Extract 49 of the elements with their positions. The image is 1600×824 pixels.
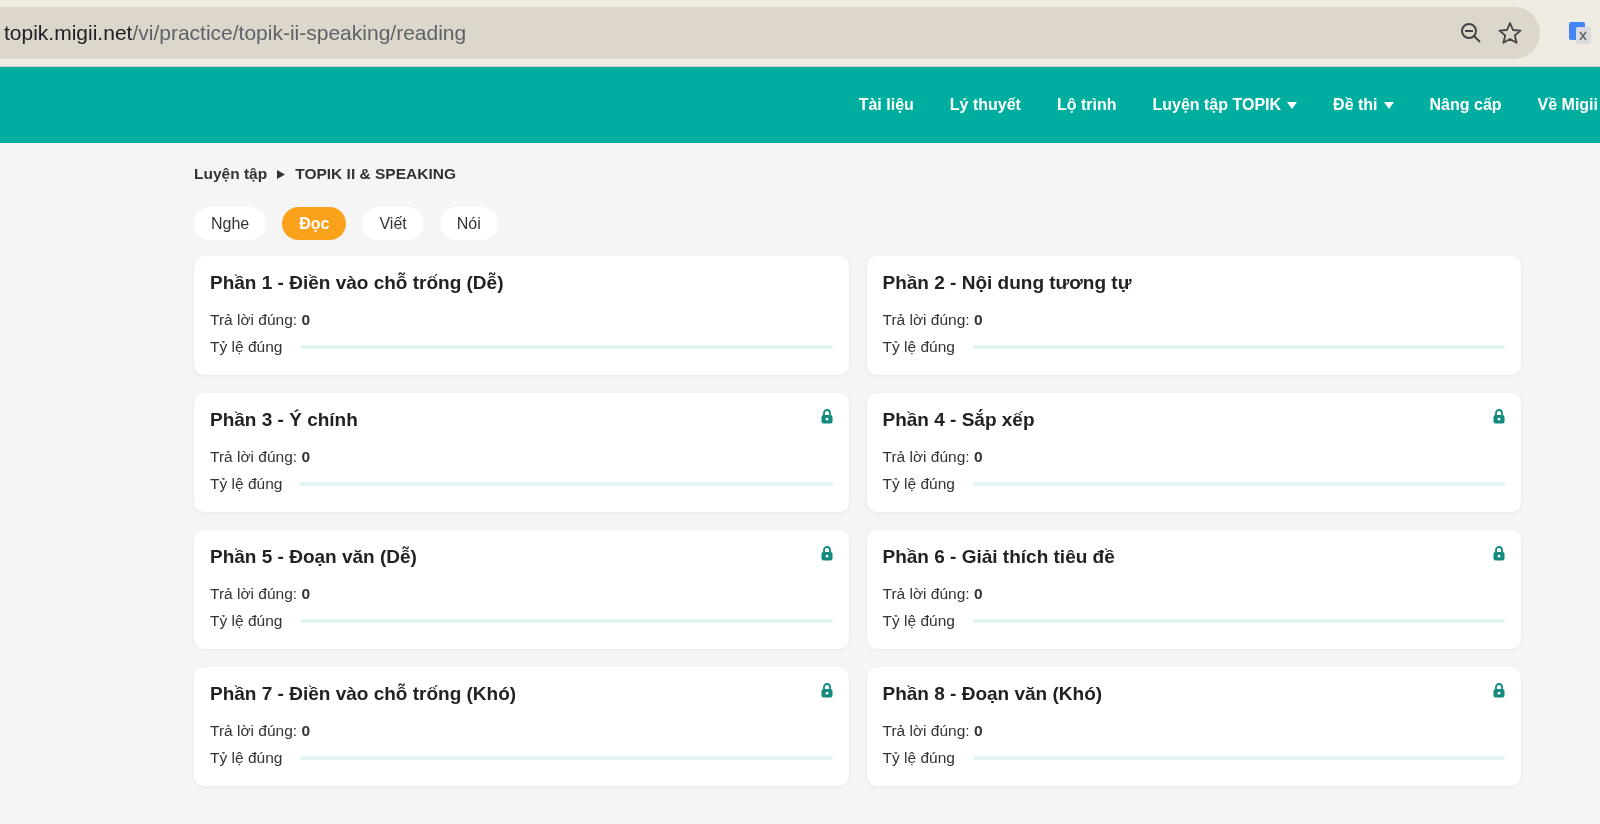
correct-answers-text: Trả lời đúng: 0 [882, 585, 984, 603]
correct-answers-text: Trả lời đúng: 0 [882, 311, 984, 329]
practice-card[interactable]: Phần 1 - Điền vào chỗ trống (Dễ) Trả lời đúng: 0 Tỷ lệ đúng [194, 256, 849, 375]
card-title: Phần 5 - Đoạn văn (Dễ) [210, 546, 417, 568]
star-icon[interactable] [1498, 21, 1522, 45]
correct-answers-text: Trả lời đúng: 0 [210, 585, 312, 603]
practice-card[interactable]: Phần 8 - Đoạn văn (Khó) Trả lời đúng: 0 Tỷ lệ đúng [866, 667, 1521, 786]
card-title: Phần 1 - Điền vào chỗ trống (Dễ) [210, 272, 504, 294]
correct-answers-text: Trả lời đúng: 0 [210, 722, 312, 740]
card-title: Phần 2 - Nội dung tương tự [882, 272, 1132, 294]
tab[interactable]: Nói [439, 207, 498, 240]
practice-card[interactable]: Phần 4 - Sắp xếp Trả lời đúng: 0 Tỷ lệ đúng [866, 393, 1521, 512]
practice-card[interactable]: Phần 7 - Điền vào chỗ trống (Khó) Trả lời đúng: 0 Tỷ lệ đúng [194, 667, 849, 786]
url-text: topik.migii.net/vi/practice/topik-ii-speaking/reading [4, 21, 468, 45]
rate-label: Tỷ lệ đúng [210, 612, 283, 630]
breadcrumb-item[interactable]: Luyện tập [194, 165, 268, 183]
breadcrumb-item: TOPIK II & SPEAKING [295, 165, 456, 183]
lock-icon [1493, 546, 1505, 561]
rate-label: Tỷ lệ đúng [882, 475, 955, 493]
lock-icon [820, 683, 833, 698]
correct-answers-text: Trả lời đúng: 0 [210, 448, 312, 466]
rate-label: Tỷ lệ đúng [882, 749, 955, 767]
rate-label: Tỷ lệ đúng [882, 338, 955, 356]
lock-icon [1493, 409, 1505, 424]
rate-label: Tỷ lệ đúng [210, 749, 283, 767]
translate-icon[interactable] [1568, 21, 1592, 45]
lock-icon [820, 546, 833, 561]
address-bar[interactable]: topik.migii.net/vi/practice/topik-ii-speaking/reading [0, 7, 1540, 59]
correct-answers-text: Trả lời đúng: 0 [210, 311, 312, 329]
card-title: Phần 8 - Đoạn văn (Khó) [882, 683, 1103, 705]
lock-icon [1493, 683, 1505, 698]
rate-label: Tỷ lệ đúng [882, 612, 955, 630]
card-title: Phần 7 - Điền vào chỗ trống (Khó) [210, 683, 517, 705]
card-title: Phần 6 - Giải thích tiêu đề [882, 546, 1115, 568]
lock-icon [820, 409, 833, 424]
zoom-out-icon[interactable] [1460, 22, 1482, 44]
practice-card[interactable]: Phần 3 - Ý chính Trả lời đúng: 0 Tỷ lệ đúng [194, 393, 849, 512]
rate-label: Tỷ lệ đúng [210, 475, 283, 493]
correct-answers-text: Trả lời đúng: 0 [882, 448, 984, 466]
caret-icon [277, 169, 286, 179]
tab[interactable]: Nghe [194, 207, 267, 240]
tab[interactable]: Viết [362, 207, 424, 240]
rate-label: Tỷ lệ đúng [210, 338, 283, 356]
practice-card[interactable]: Phần 6 - Giải thích tiêu đề Trả lời đúng: 0 Tỷ lệ đúng [866, 530, 1521, 649]
card-title: Phần 4 - Sắp xếp [882, 409, 1035, 431]
correct-answers-text: Trả lời đúng: 0 [882, 722, 984, 740]
practice-card[interactable]: Phần 2 - Nội dung tương tự Trả lời đúng: 0 Tỷ lệ đúng [866, 256, 1521, 375]
card-title: Phần 3 - Ý chính [210, 409, 358, 431]
practice-card[interactable]: Phần 5 - Đoạn văn (Dễ) Trả lời đúng: 0 Tỷ lệ đúng [194, 530, 849, 649]
